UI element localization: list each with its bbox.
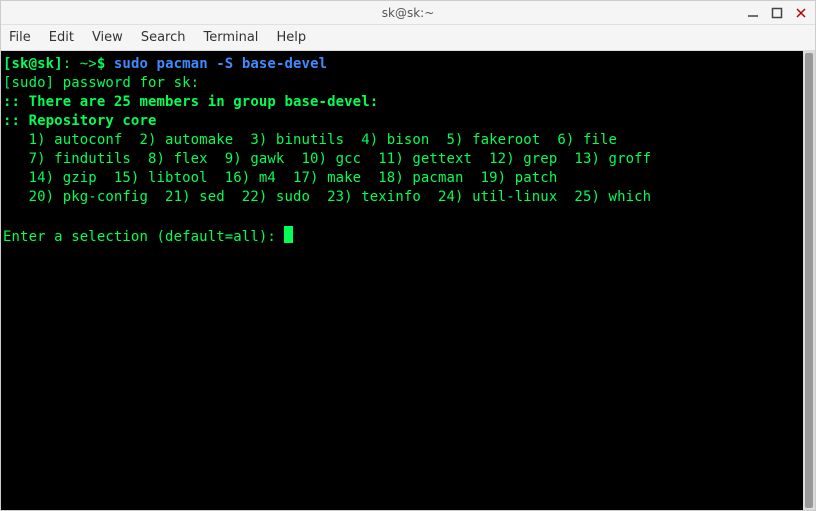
line-packages-4: 20) pkg-config 21) sed 22) sudo 23) texi… [3, 189, 651, 205]
maximize-button[interactable] [769, 5, 785, 21]
scrollbar-thumb[interactable] [805, 53, 813, 508]
menu-file[interactable]: File [9, 30, 31, 45]
prompt-cwd: ~> [71, 56, 97, 72]
window-controls [729, 5, 809, 21]
terminal-output[interactable]: [sk@sk]: ~>$ sudo pacman -S base-devel [… [1, 51, 803, 510]
prompt-at: @ [29, 56, 38, 72]
menu-view[interactable]: View [92, 30, 123, 45]
menu-help[interactable]: Help [276, 30, 306, 45]
line-sudo-password: [sudo] password for sk: [3, 75, 208, 91]
prompt-user: sk [12, 56, 29, 72]
titlebar: sk@sk:~ [1, 1, 815, 25]
scrollbar[interactable] [803, 51, 815, 510]
window-title: sk@sk:~ [87, 6, 729, 20]
prompt-lbracket: [ [3, 56, 12, 72]
terminal-window: sk@sk:~ File Edit View Search Terminal H… [0, 0, 816, 511]
line-selection-prompt: Enter a selection (default=all): [3, 229, 284, 245]
prompt-rbracket: ] [54, 56, 63, 72]
minimize-button[interactable] [745, 5, 761, 21]
prompt-colon: : [63, 56, 72, 72]
line-packages-2: 7) findutils 8) flex 9) gawk 10) gcc 11)… [3, 151, 651, 167]
cursor-block [284, 226, 293, 243]
menu-edit[interactable]: Edit [49, 30, 74, 45]
prompt-line: [sk@sk]: ~>$ sudo pacman -S base-devel [3, 56, 327, 72]
line-repo: :: Repository core [3, 113, 157, 129]
menubar: File Edit View Search Terminal Help [1, 25, 815, 51]
terminal-wrap: [sk@sk]: ~>$ sudo pacman -S base-devel [… [1, 51, 815, 510]
close-button[interactable] [793, 5, 809, 21]
menu-search[interactable]: Search [141, 30, 186, 45]
line-packages-3: 14) gzip 15) libtool 16) m4 17) make 18)… [3, 170, 557, 186]
command-text: sudo pacman -S base-devel [114, 56, 327, 72]
line-members: :: There are 25 members in group base-de… [3, 94, 378, 110]
menu-terminal[interactable]: Terminal [203, 30, 258, 45]
line-packages-1: 1) autoconf 2) automake 3) binutils 4) b… [3, 132, 617, 148]
prompt-dollar: $ [97, 56, 114, 72]
prompt-host: sk [37, 56, 54, 72]
